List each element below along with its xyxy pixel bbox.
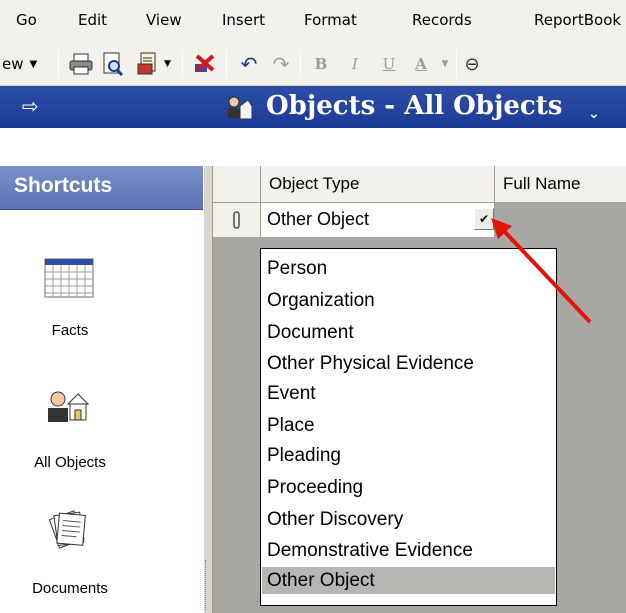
annotation-arrow-icon: [491, 218, 592, 324]
